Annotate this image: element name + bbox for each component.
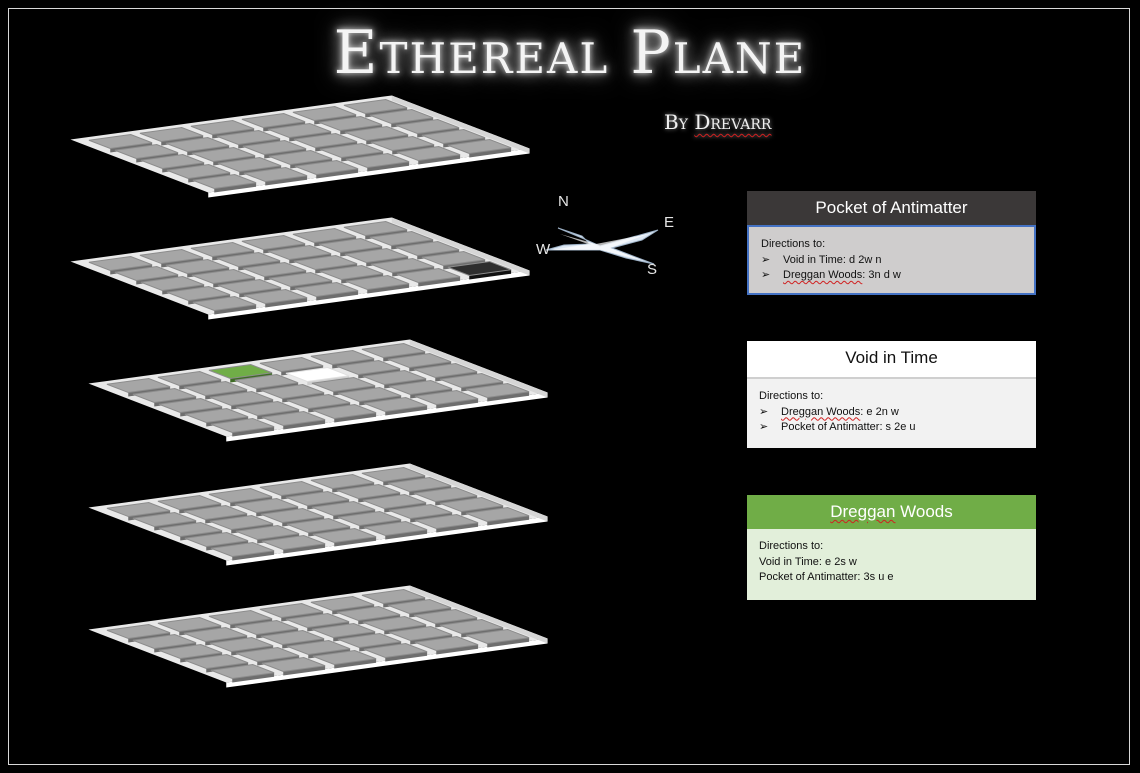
card-body: Directions to: Void in Time: e 2s w Pock…: [747, 529, 1036, 600]
direction-place: Pocket of Antimatter: [781, 421, 880, 433]
card-subtitle: Directions to:: [759, 390, 824, 402]
card-pocket-of-antimatter: Pocket of Antimatter Directions to: Void…: [747, 191, 1036, 295]
direction-route: : e 2n w: [860, 405, 899, 418]
card-title: Pocket of Antimatter: [747, 191, 1036, 225]
direction-item: Dreggan Woods: 3n d w: [761, 268, 1022, 284]
card-title-word: Dreggan: [830, 502, 896, 521]
direction-place: Dreggan Woods: [781, 405, 861, 418]
compass-rose-icon: [545, 227, 659, 265]
direction-list: Dreggan Woods: e 2n w Pocket of Antimatt…: [759, 405, 1024, 436]
direction-line: Pocket of Antimatter: 3s u e: [759, 571, 894, 583]
floor-4: [88, 463, 548, 566]
card-title-word: Woods: [895, 502, 953, 521]
card-body: Directions to: Void in Time: d 2w n Dreg…: [747, 225, 1036, 295]
floor-5: [88, 585, 548, 688]
direction-item: Pocket of Antimatter: s 2e u: [759, 420, 1024, 436]
direction-place: Void in Time: [783, 253, 843, 266]
direction-line: Void in Time: e 2s w: [759, 555, 857, 568]
card-subtitle: Directions to:: [759, 540, 824, 552]
direction-route: : d 2w n: [842, 253, 882, 266]
direction-route: : s 2e u: [879, 421, 916, 433]
direction-item: Void in Time: d 2w n: [761, 253, 1022, 269]
card-subtitle: Directions to:: [761, 238, 826, 250]
card-void-in-time: Void in Time Directions to: Dreggan Wood…: [747, 341, 1036, 448]
compass-east-label: E: [664, 214, 675, 231]
floor-3: [88, 339, 548, 442]
direction-list: Void in Time: d 2w n Dreggan Woods: 3n d…: [761, 253, 1022, 284]
card-dreggan-woods: Dreggan Woods Directions to: Void in Tim…: [747, 495, 1036, 600]
compass-south-label: S: [647, 261, 658, 278]
compass-west-label: W: [536, 241, 551, 258]
compass-north-label: N: [558, 193, 569, 210]
floor-2: [70, 217, 530, 320]
floor-1: [70, 95, 530, 198]
direction-place: Dreggan Woods: [783, 269, 863, 281]
card-title: Void in Time: [747, 341, 1036, 379]
card-title: Dreggan Woods: [747, 495, 1036, 529]
direction-item: Dreggan Woods: e 2n w: [759, 405, 1024, 421]
direction-route: : 3n d w: [862, 269, 901, 281]
compass: N E S W: [530, 188, 690, 288]
card-body: Directions to: Dreggan Woods: e 2n w Poc…: [747, 379, 1036, 448]
